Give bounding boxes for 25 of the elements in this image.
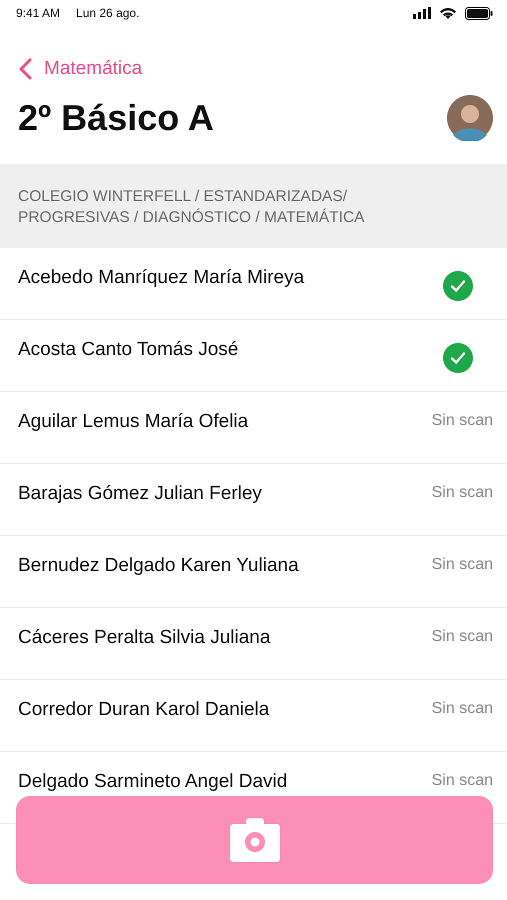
student-name: Aguilar Lemus María Ofelia (18, 410, 248, 432)
scan-status: Sin scan (432, 412, 493, 430)
chevron-left-icon (18, 58, 32, 80)
avatar[interactable] (447, 95, 493, 141)
camera-icon (230, 818, 280, 862)
scan-status: Sin scan (432, 700, 493, 718)
student-name: Delgado Sarmineto Angel David (18, 770, 288, 792)
breadcrumb: COLEGIO WINTERFELL / ESTANDARIZADAS/ PROGRESIVAS / DIAGNÓSTICO / MATEMÁTICA (0, 164, 507, 248)
wifi-icon (439, 6, 457, 20)
scan-status: Sin scan (432, 484, 493, 502)
battery-icon (465, 6, 493, 20)
status-date: Lun 26 ago. (76, 6, 140, 20)
scan-status: Sin scan (432, 556, 493, 574)
student-name: Acebedo Manríquez María Mireya (18, 266, 304, 288)
student-name: Cáceres Peralta Silvia Juliana (18, 626, 270, 648)
page-title: 2º Básico A (18, 97, 214, 139)
scan-status: Sin scan (432, 772, 493, 790)
scan-status: Sin scan (432, 628, 493, 646)
student-name: Bernudez Delgado Karen Yuliana (18, 554, 299, 576)
student-name: Acosta Canto Tomás José (18, 338, 238, 360)
status-time: 9:41 AM (16, 6, 60, 20)
signal-icon (413, 7, 431, 19)
student-name: Corredor Duran Karol Daniela (18, 698, 270, 720)
student-name: Barajas Gómez Julian Ferley (18, 482, 262, 504)
back-link[interactable]: Matemática (18, 58, 142, 80)
